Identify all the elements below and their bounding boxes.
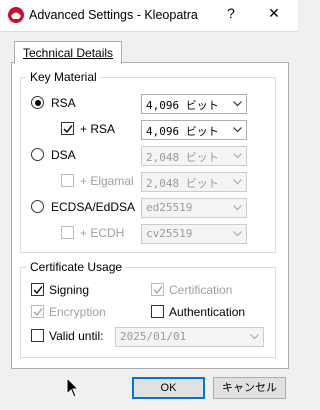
ecdh-label: + ECDH <box>80 226 125 240</box>
rsa-subkey-label: + RSA <box>80 122 116 136</box>
elgamal-size-select[interactable]: 2,048 ビット <box>141 172 247 192</box>
checkmark-icon <box>33 286 43 295</box>
chevron-down-icon <box>233 231 242 237</box>
authentication-checkbox[interactable] <box>151 305 164 318</box>
chevron-down-icon <box>233 179 242 185</box>
rsa-size-value: 4,096 ビット <box>146 99 219 112</box>
valid-until-checkbox[interactable] <box>31 329 44 342</box>
certificate-usage-label: Certificate Usage <box>27 260 126 274</box>
ok-button[interactable]: OK <box>132 377 205 399</box>
mouse-cursor-icon <box>66 377 80 398</box>
encryption-label: Encryption <box>49 305 106 319</box>
tab-technical-details[interactable]: Technical Details <box>14 41 122 64</box>
authentication-label: Authentication <box>169 305 246 319</box>
checkmark-icon <box>63 125 73 134</box>
rsa-size-select[interactable]: 4,096 ビット <box>141 94 247 114</box>
ecdsa-radio[interactable] <box>31 200 44 213</box>
chevron-down-icon <box>233 205 242 211</box>
key-material-label: Key Material <box>27 70 100 84</box>
elgamal-size-value: 2,048 ビット <box>146 177 219 190</box>
rsa-label: RSA <box>51 96 76 110</box>
close-button[interactable]: ✕ <box>264 5 284 22</box>
chevron-down-icon <box>233 101 242 107</box>
dsa-label: DSA <box>51 148 76 162</box>
rsa-subkey-size-select[interactable]: 4,096 ビット <box>141 120 247 140</box>
elgamal-label: + Elgamal <box>80 174 134 188</box>
valid-until-date-picker[interactable]: 2025/01/01 <box>115 327 264 347</box>
valid-until-label: Valid until: <box>49 329 104 343</box>
chevron-down-icon <box>250 334 259 340</box>
ecdsa-label: ECDSA/EdDSA <box>51 200 136 214</box>
cancel-button[interactable]: キャンセル <box>213 377 286 399</box>
rsa-radio[interactable] <box>31 96 44 109</box>
ecdsa-curve-value: ed25519 <box>146 201 193 214</box>
checkmark-icon <box>33 308 43 317</box>
certification-checkbox[interactable] <box>151 283 164 296</box>
chevron-down-icon <box>233 153 242 159</box>
kleopatra-app-icon <box>7 6 25 24</box>
help-button[interactable]: ? <box>221 5 241 21</box>
checkmark-icon <box>153 286 163 295</box>
signing-label: Signing <box>49 283 90 297</box>
ecdsa-curve-select[interactable]: ed25519 <box>141 198 247 218</box>
elgamal-checkbox[interactable] <box>61 174 74 187</box>
encryption-checkbox[interactable] <box>31 305 44 318</box>
chevron-down-icon <box>233 127 242 133</box>
rsa-subkey-checkbox[interactable] <box>61 122 74 135</box>
window-title: Advanced Settings - Kleopatra <box>29 8 198 22</box>
signing-checkbox[interactable] <box>31 283 44 296</box>
ecdh-curve-value: cv25519 <box>146 227 193 240</box>
ecdh-checkbox[interactable] <box>61 226 74 239</box>
ecdh-curve-select[interactable]: cv25519 <box>141 224 247 244</box>
dsa-size-select[interactable]: 2,048 ビット <box>141 146 247 166</box>
tab-label: Technical Details <box>23 46 114 60</box>
rsa-subkey-size-value: 4,096 ビット <box>146 125 219 138</box>
certification-label: Certification <box>169 283 233 297</box>
dsa-radio[interactable] <box>31 148 44 161</box>
dsa-size-value: 2,048 ビット <box>146 151 219 164</box>
valid-until-date-value: 2025/01/01 <box>120 330 187 343</box>
